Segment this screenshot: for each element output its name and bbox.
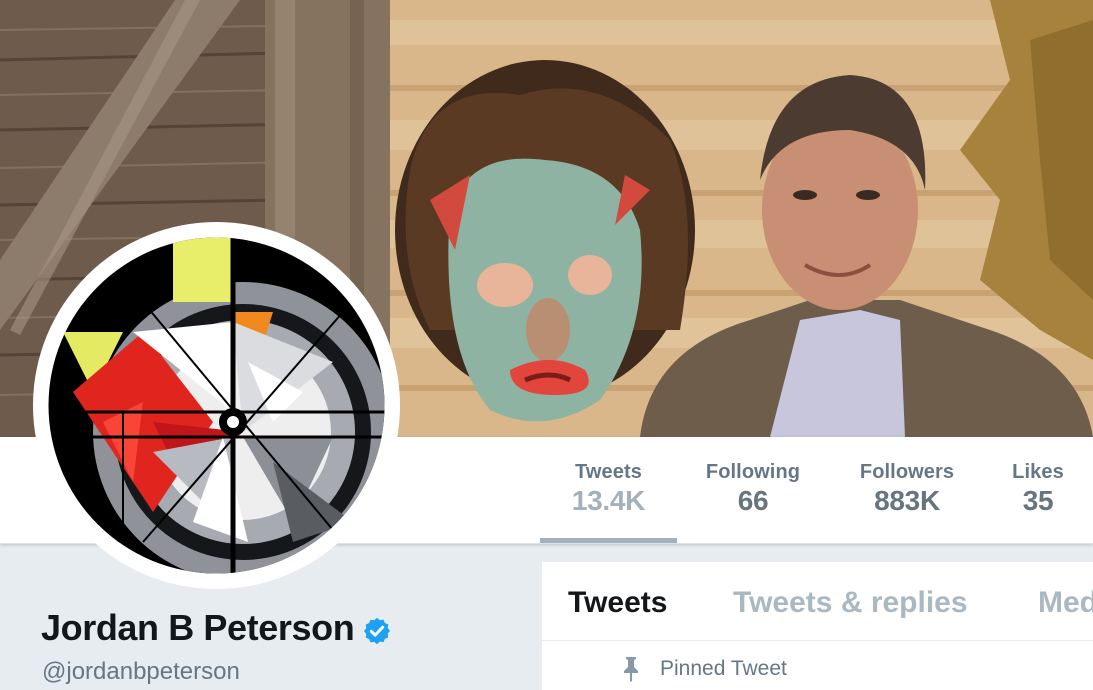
stat-followers-value: 883K <box>874 485 940 516</box>
profile-name-text: Jordan B Peterson <box>41 607 355 648</box>
profile-avatar[interactable] <box>33 222 400 589</box>
stat-likes[interactable]: Likes 35 <box>998 437 1078 543</box>
stat-followers-label: Followers <box>859 461 955 483</box>
tab-tweets-and-replies[interactable]: Tweets & replies <box>733 586 968 620</box>
verified-badge-icon <box>362 613 392 645</box>
timeline-panel: Tweets Tweets & replies Media Pinned Twe… <box>542 562 1093 690</box>
stat-following-label: Following <box>705 461 801 483</box>
stat-following-value: 66 <box>737 485 769 516</box>
pinned-tweet-label: Pinned Tweet <box>660 657 787 680</box>
stat-following[interactable]: Following 66 <box>690 437 816 543</box>
timeline-tabs: Tweets Tweets & replies Media <box>542 562 1093 641</box>
stat-tweets-label: Tweets <box>575 461 642 483</box>
avatar-image <box>48 237 385 574</box>
stat-likes-label: Likes <box>1012 461 1064 483</box>
stat-likes-value: 35 <box>1022 485 1054 516</box>
pin-icon <box>620 656 642 682</box>
stat-followers[interactable]: Followers 883K <box>846 437 968 543</box>
pinned-tweet-header: Pinned Tweet <box>624 656 787 682</box>
stat-tweets[interactable]: Tweets 13.4K <box>540 437 677 543</box>
stat-tweets-value: 13.4K <box>571 485 646 516</box>
profile-handle[interactable]: @jordanbpeterson <box>42 658 240 686</box>
profile-name[interactable]: Jordan B Peterson <box>41 607 392 649</box>
tab-media[interactable]: Media <box>1038 586 1093 620</box>
tab-tweets[interactable]: Tweets <box>568 586 667 620</box>
